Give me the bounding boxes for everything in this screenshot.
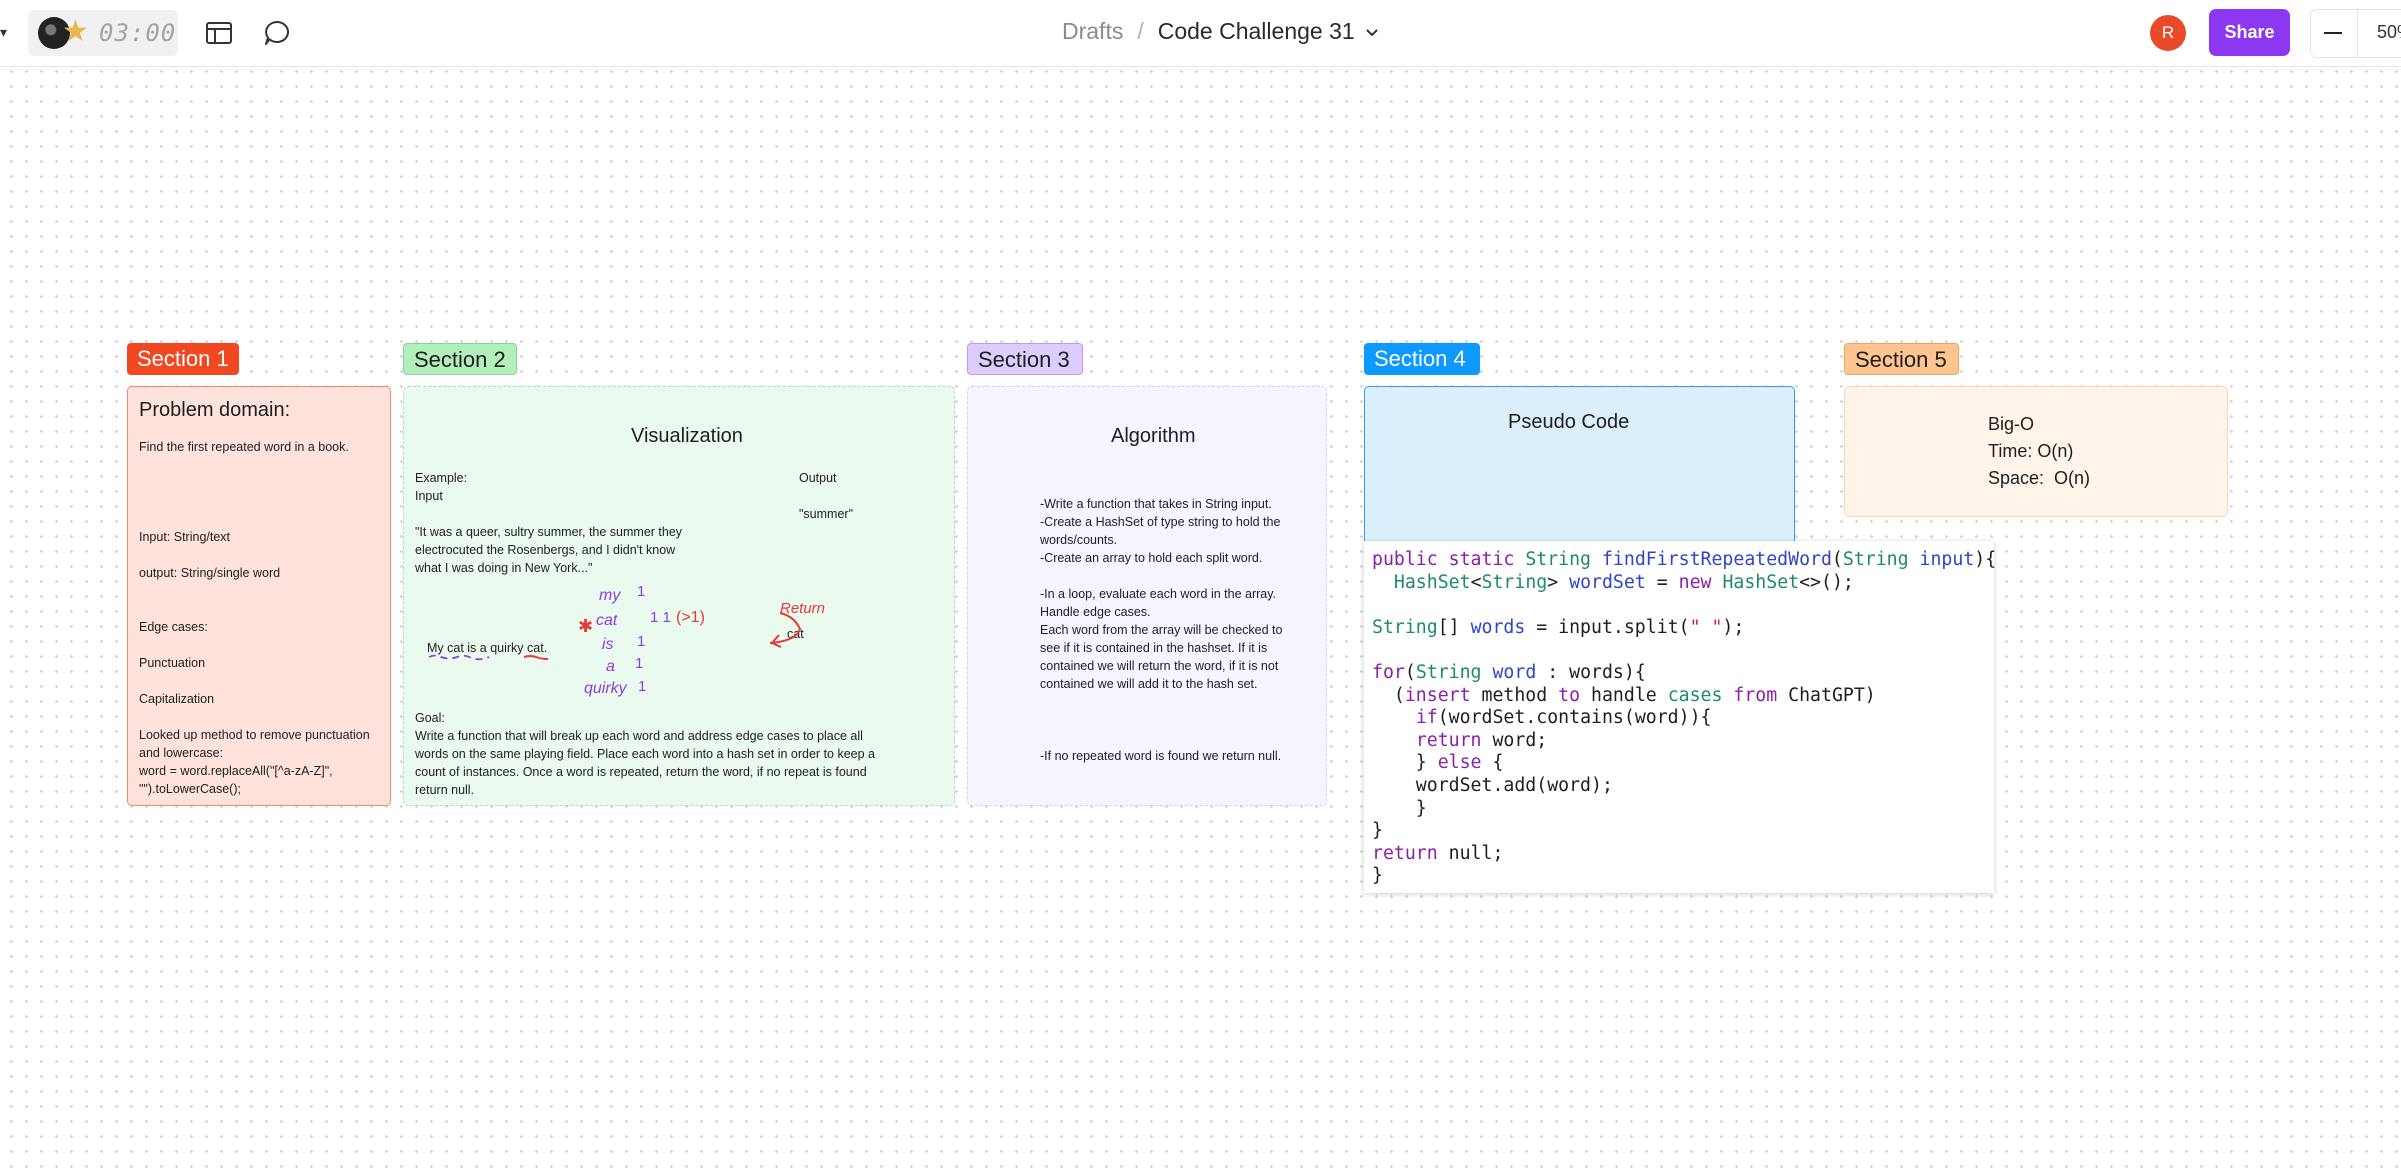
problem-statement: Find the first repeated word in a book.: [139, 440, 349, 454]
edge-case-capitalization: Capitalization: [139, 692, 215, 706]
big-o-heading: Big-O: [1988, 414, 2035, 434]
zoom-out-button[interactable]: [2324, 32, 2342, 34]
breadcrumb-drafts-link[interactable]: Drafts: [1062, 18, 1123, 44]
timer-widget[interactable]: ★ 03:00: [28, 10, 178, 56]
code-block[interactable]: public static String findFirstRepeatedWo…: [1364, 541, 1997, 893]
handwriting-word-2: cat: [596, 612, 618, 629]
time-complexity: Time: O(n): [1988, 441, 2074, 461]
handwriting-count-4: 1: [635, 655, 644, 672]
normalization-note: Looked up method to remove punctuation a…: [139, 728, 370, 796]
section-5-tag[interactable]: Section 5: [1844, 343, 1959, 375]
algorithm-steps-setup: -Write a function that takes in String i…: [1040, 497, 1281, 565]
problem-domain-heading: Problem domain:: [139, 399, 291, 421]
algorithm-heading: Algorithm: [1111, 425, 1196, 447]
layout-panel-icon[interactable]: [204, 18, 234, 48]
file-title[interactable]: Code Challenge 31: [1158, 18, 1355, 44]
zoom-divider: [2357, 10, 2358, 57]
handwriting-count-2: 1 1: [650, 609, 671, 626]
section-3-card[interactable]: Algorithm -Write a function that takes i…: [967, 386, 1327, 806]
breadcrumb: Drafts / Code Challenge 31: [1062, 18, 1379, 45]
zoom-control: 50%: [2310, 9, 2401, 58]
section-1-tag[interactable]: Section 1: [127, 343, 239, 375]
timer-display: 03:00: [99, 19, 177, 47]
handwriting-count-5: 1: [638, 678, 647, 695]
section-5-card[interactable]: Big-O Time: O(n) Space: O(n): [1844, 386, 2228, 517]
algorithm-steps-null: -If no repeated word is found we return …: [1040, 749, 1282, 763]
section-1-card[interactable]: Problem domain: Find the first repeated …: [127, 386, 391, 806]
algorithm-steps-loop: -In a loop, evaluate each word in the ar…: [1040, 587, 1283, 691]
handwriting-word-3: is: [602, 636, 614, 653]
goal-text: Goal: Write a function that will break u…: [415, 711, 875, 797]
top-bar: ▾ ★ 03:00 Drafts / Code Challenge 31 R Sha…: [0, 0, 2401, 67]
star-icon: ★: [62, 15, 89, 48]
handwriting-greater-than-one: (>1): [676, 609, 705, 626]
zoom-level[interactable]: 50%: [2377, 22, 2401, 43]
output-spec: output: String/single word: [139, 566, 281, 580]
edge-case-punctuation: Punctuation: [139, 656, 206, 670]
section-2-tag[interactable]: Section 2: [403, 343, 517, 375]
svg-text:✱: ✱: [578, 616, 593, 637]
comment-icon[interactable]: [262, 18, 292, 48]
pseudo-code-heading: Pseudo Code: [1508, 411, 1630, 433]
code-text: public static String findFirstRepeatedWo…: [1372, 549, 1997, 887]
space-complexity: Space: O(n): [1988, 468, 2091, 488]
avatar[interactable]: R: [2150, 15, 2186, 51]
handwriting-count-1: 1: [637, 583, 646, 600]
input-spec: Input: String/text: [139, 530, 231, 544]
breadcrumb-separator: /: [1137, 18, 1144, 44]
share-button[interactable]: Share: [2209, 9, 2290, 56]
handwriting-count-3: 1: [637, 633, 646, 650]
edge-cases-title: Edge cases:: [139, 620, 208, 634]
section-2-card[interactable]: Visualization Example: Input Output "sum…: [403, 386, 955, 806]
handwriting-word-5: quirky: [584, 680, 627, 697]
chevron-down-icon[interactable]: [1365, 28, 1379, 38]
chevron-down-icon[interactable]: ▾: [0, 24, 7, 41]
section-3-tag[interactable]: Section 3: [967, 343, 1083, 375]
section-4-tag[interactable]: Section 4: [1364, 343, 1480, 375]
section-4-card[interactable]: Pseudo Code: [1364, 386, 1795, 551]
handwriting-word-1: my: [599, 587, 621, 604]
handwriting-word-4: a: [606, 658, 615, 675]
handwriting-return: Return: [780, 600, 826, 617]
